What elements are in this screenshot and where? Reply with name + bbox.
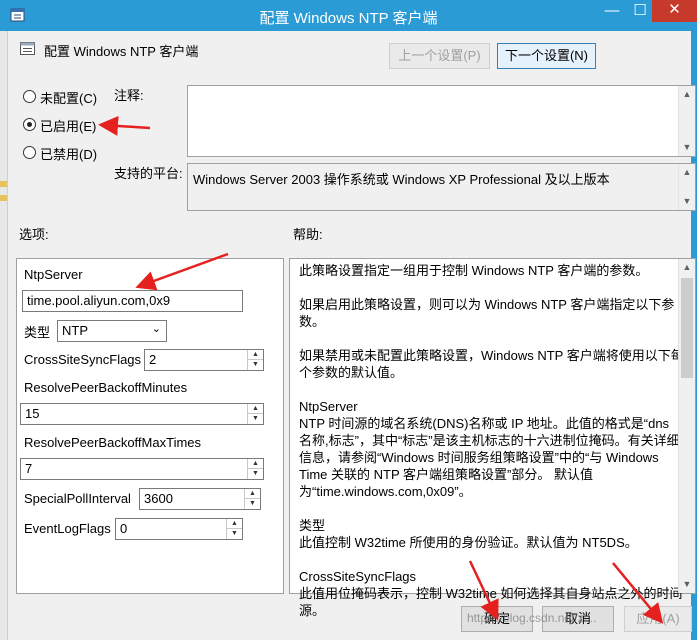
radio-label: 未配置(C) bbox=[40, 91, 98, 106]
crosssite-value: 2 bbox=[149, 352, 157, 367]
radio-label: 已禁用(D) bbox=[40, 147, 98, 162]
backoff-minutes-label: ResolvePeerBackoffMinutes bbox=[24, 380, 188, 395]
spin-up-icon[interactable]: ▲ bbox=[248, 459, 263, 469]
platform-scrollbar[interactable]: ▲ ▼ bbox=[678, 164, 695, 210]
help-section-label: 帮助: bbox=[293, 227, 323, 242]
platform-value: Windows Server 2003 操作系统或 Windows XP Pro… bbox=[193, 172, 610, 187]
spin-down-icon[interactable]: ▼ bbox=[248, 360, 263, 370]
arrow-icon bbox=[98, 115, 151, 136]
apply-button[interactable]: 应用(A) bbox=[624, 606, 692, 632]
poll-interval-label: SpecialPollInterval bbox=[24, 491, 131, 506]
crosssite-label: CrossSiteSyncFlags bbox=[24, 352, 142, 367]
help-paragraph: 如果启用此策略设置，则可以为 Windows NTP 客户端指定以下参数。 bbox=[299, 297, 675, 329]
window-title: 配置 Windows NTP 客户端 bbox=[259, 10, 438, 27]
platform-text-box: Windows Server 2003 操作系统或 Windows XP Pro… bbox=[187, 163, 696, 211]
spin-up-icon[interactable]: ▲ bbox=[227, 519, 242, 529]
previous-setting-button[interactable]: 上一个设置(P) bbox=[389, 43, 490, 69]
ntpserver-input[interactable]: time.pool.aliyun.com,0x9 bbox=[22, 290, 243, 312]
radio-button[interactable] bbox=[23, 146, 36, 159]
help-paragraph: 类型 此值控制 W32time 所使用的身份验证。默认值为 NT5DS。 bbox=[299, 518, 638, 550]
minimize-button[interactable]: — bbox=[598, 0, 626, 24]
scrollbar-thumb[interactable] bbox=[681, 278, 693, 378]
type-select[interactable]: NTP ⌄ bbox=[57, 320, 167, 342]
comment-label: 注释: bbox=[114, 88, 144, 103]
help-scrollbar[interactable]: ▲ ▼ bbox=[678, 259, 695, 593]
type-select-value: NTP bbox=[62, 323, 88, 338]
options-panel: NtpServer time.pool.aliyun.com,0x9 类型 NT… bbox=[16, 258, 284, 594]
policy-title: 配置 Windows NTP 客户端 bbox=[44, 44, 199, 59]
scroll-up-arrow-icon[interactable]: ▲ bbox=[679, 86, 695, 103]
backoff-max-value: 7 bbox=[25, 461, 33, 476]
scroll-up-arrow-icon[interactable]: ▲ bbox=[679, 164, 695, 181]
spin-down-icon[interactable]: ▼ bbox=[248, 414, 263, 424]
scroll-down-arrow-icon[interactable]: ▼ bbox=[679, 576, 695, 593]
ntpserver-label: NtpServer bbox=[24, 267, 83, 282]
spin-up-icon[interactable]: ▲ bbox=[245, 489, 260, 499]
radio-label: 已启用(E) bbox=[40, 119, 97, 134]
spin-up-icon[interactable]: ▲ bbox=[248, 350, 263, 360]
help-paragraph: 如果禁用或未配置此策略设置，Windows NTP 客户端将使用以下每个参数的默… bbox=[299, 348, 684, 380]
comment-textarea[interactable]: ▲ ▼ bbox=[187, 85, 696, 157]
chevron-down-icon[interactable]: ⌄ bbox=[152, 322, 161, 335]
policy-setting-icon bbox=[20, 42, 35, 55]
help-text: 此策略设置指定一组用于控制 Windows NTP 客户端的参数。 如果启用此策… bbox=[299, 262, 685, 619]
title-bar: 配置 Windows NTP 客户端 — ☐ ✕ bbox=[0, 0, 697, 31]
spin-down-icon[interactable]: ▼ bbox=[227, 529, 242, 539]
eventlog-value: 0 bbox=[120, 521, 128, 536]
backoff-max-spinner[interactable]: 7 ▲ ▼ bbox=[20, 458, 264, 480]
radio-button[interactable] bbox=[23, 90, 36, 103]
comment-scrollbar[interactable]: ▲ ▼ bbox=[678, 86, 695, 156]
next-setting-button[interactable]: 下一个设置(N) bbox=[497, 43, 596, 69]
help-paragraph: NtpServer NTP 时间源的域名系统(DNS)名称或 IP 地址。此值的… bbox=[299, 399, 680, 499]
radio-button-selected[interactable] bbox=[23, 118, 36, 131]
help-panel: 此策略设置指定一组用于控制 Windows NTP 客户端的参数。 如果启用此策… bbox=[289, 258, 696, 618]
type-label: 类型 bbox=[24, 325, 51, 340]
eventlog-label: EventLogFlags bbox=[24, 521, 111, 536]
spin-down-icon[interactable]: ▼ bbox=[248, 469, 263, 479]
scroll-down-arrow-icon[interactable]: ▼ bbox=[679, 139, 695, 156]
backoff-minutes-spinner[interactable]: 15 ▲ ▼ bbox=[20, 403, 264, 425]
eventlog-spinner[interactable]: 0 ▲ ▼ bbox=[115, 518, 243, 540]
maximize-button[interactable]: ☐ bbox=[626, 0, 654, 24]
scroll-up-arrow-icon[interactable]: ▲ bbox=[679, 259, 695, 276]
scroll-down-arrow-icon[interactable]: ▼ bbox=[679, 193, 695, 210]
options-section-label: 选项: bbox=[19, 227, 49, 242]
poll-interval-value: 3600 bbox=[144, 491, 173, 506]
platform-label: 支持的平台: bbox=[114, 166, 183, 181]
poll-interval-spinner[interactable]: 3600 ▲ ▼ bbox=[139, 488, 261, 510]
background-window-edge bbox=[0, 31, 8, 640]
watermark: https://blog.csdn.net/zi... bbox=[467, 611, 597, 625]
crosssite-spinner[interactable]: 2 ▲ ▼ bbox=[144, 349, 264, 371]
close-button[interactable]: ✕ bbox=[652, 0, 697, 22]
backoff-max-label: ResolvePeerBackoffMaxTimes bbox=[24, 435, 202, 450]
spin-down-icon[interactable]: ▼ bbox=[245, 499, 260, 509]
spin-up-icon[interactable]: ▲ bbox=[248, 404, 263, 414]
backoff-minutes-value: 15 bbox=[25, 406, 40, 421]
help-paragraph: 此策略设置指定一组用于控制 Windows NTP 客户端的参数。 bbox=[299, 263, 649, 278]
